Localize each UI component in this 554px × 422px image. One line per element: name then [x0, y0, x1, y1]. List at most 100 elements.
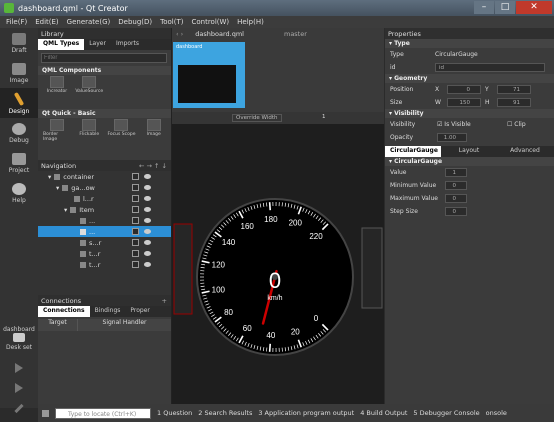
column-signal-handler[interactable]: Signal Handler — [78, 319, 171, 331]
width-input[interactable]: 150 — [447, 98, 481, 107]
menu-debug[interactable]: Debug(D) — [118, 18, 152, 26]
build-button[interactable] — [0, 398, 38, 418]
qml-components-section[interactable]: QML Components — [38, 66, 171, 75]
tree-row[interactable]: ... — [38, 215, 171, 226]
checkbox[interactable] — [132, 206, 139, 213]
checkbox[interactable] — [132, 217, 139, 224]
debug-run-button[interactable] — [0, 378, 38, 398]
eye-icon[interactable] — [144, 262, 151, 267]
tree-row[interactable]: t...r — [38, 248, 171, 259]
id-input[interactable]: id — [435, 63, 545, 72]
eye-icon[interactable] — [144, 240, 151, 245]
checkbox[interactable] — [132, 228, 139, 235]
clip-checkbox[interactable]: ☐ Clip — [507, 121, 526, 128]
mode-design[interactable]: Design — [0, 88, 38, 118]
tree-row[interactable]: t...r — [38, 259, 171, 270]
mode-image[interactable]: Image — [0, 58, 38, 88]
pane-debugger-console[interactable]: 5 Debugger Console — [413, 409, 479, 417]
id-row: id id — [385, 61, 554, 74]
checkbox[interactable] — [132, 239, 139, 246]
menu-control[interactable]: Control(W) — [191, 18, 229, 26]
run-button[interactable] — [0, 358, 38, 378]
checkbox[interactable] — [132, 173, 139, 180]
eye-icon[interactable] — [144, 185, 151, 190]
library-item-image[interactable]: Image — [140, 119, 168, 149]
close-button[interactable]: ✕ — [516, 1, 552, 14]
min-value-input[interactable]: 0 — [445, 181, 467, 190]
eye-icon[interactable] — [144, 174, 151, 179]
pane-question[interactable]: 1 Question — [157, 409, 192, 417]
tab-connections[interactable]: Connections — [38, 306, 90, 317]
toggle-sidebar-icon[interactable] — [42, 409, 49, 417]
nav-arrows-icon[interactable]: ← → ↑ ↓ — [139, 162, 167, 170]
pane-console[interactable]: onsole — [486, 409, 507, 417]
eye-icon[interactable] — [144, 207, 151, 212]
tab-bindings[interactable]: Bindings — [90, 306, 126, 317]
menu-edit[interactable]: Edit(E) — [35, 18, 58, 26]
circulargauge-section[interactable]: ▾ CircularGauge — [385, 157, 554, 166]
back-arrow-icon[interactable]: ‹ › — [176, 30, 183, 38]
opacity-input[interactable]: 1.00 — [437, 133, 467, 142]
minimize-button[interactable]: – — [474, 1, 494, 14]
geometry-section[interactable]: ▾ Geometry — [385, 74, 554, 83]
tree-row[interactable]: ▾ Item — [38, 204, 171, 215]
height-input[interactable]: 91 — [497, 98, 531, 107]
pane-search-results[interactable]: 2 Search Results — [198, 409, 252, 417]
library-item-increator[interactable]: Increator — [43, 76, 71, 106]
library-item-border-image[interactable]: Border Image — [43, 119, 71, 149]
pane-app-output[interactable]: 3 Application program output — [258, 409, 354, 417]
mode-draft[interactable]: Draft — [0, 28, 38, 58]
y-input[interactable]: 71 — [497, 85, 531, 94]
eye-icon[interactable] — [144, 196, 151, 201]
library-item-valuesource[interactable]: ValueSource — [75, 76, 103, 106]
kit-selector[interactable]: dashboard Desk set — [0, 318, 38, 358]
step-size-input[interactable]: 0 — [445, 207, 467, 216]
file-tab[interactable]: dashboard.qml — [195, 30, 244, 38]
eye-icon[interactable] — [144, 229, 151, 234]
add-connection-icon[interactable]: + — [162, 297, 167, 305]
mode-debug[interactable]: Debug — [0, 118, 38, 148]
override-width-field[interactable]: Override Width — [232, 114, 282, 122]
x-input[interactable]: 0 — [447, 85, 481, 94]
qt-quick-basic-section[interactable]: Qt Quick - Basic — [38, 109, 171, 118]
tree-row[interactable]: ▾ container — [38, 171, 171, 182]
tab-advanced[interactable]: Advanced — [497, 146, 553, 157]
branch-selector[interactable]: master — [284, 30, 307, 38]
library-item-flickable[interactable]: Flickable — [75, 119, 103, 149]
is-visible-checkbox[interactable]: ☑ Is Visible — [437, 121, 471, 128]
tree-row[interactable]: l...r — [38, 193, 171, 204]
menu-generate[interactable]: Generate(G) — [67, 18, 111, 26]
menu-file[interactable]: File(F) — [6, 18, 27, 26]
tree-row-selected[interactable]: ... — [38, 226, 171, 237]
checkbox[interactable] — [132, 195, 139, 202]
design-canvas[interactable]: 0 20 40 60 80 100 120 140 160 180 200 220 0 km/h — [172, 124, 384, 404]
filter-input[interactable] — [41, 53, 167, 63]
tab-properties[interactable]: Proper — [125, 306, 155, 317]
tree-row[interactable]: s...r — [38, 237, 171, 248]
pane-build-output[interactable]: 4 Build Output — [360, 409, 407, 417]
mode-project[interactable]: Project — [0, 148, 38, 178]
menu-help[interactable]: Help(H) — [237, 18, 264, 26]
locate-input[interactable]: Type to locate (Ctrl+K) — [55, 407, 151, 419]
max-value-input[interactable]: 0 — [445, 194, 467, 203]
library-item-focus-scope[interactable]: Focus Scope — [107, 119, 135, 149]
checkbox[interactable] — [132, 250, 139, 257]
eye-icon[interactable] — [144, 251, 151, 256]
maximize-button[interactable]: □ — [495, 1, 515, 14]
type-section[interactable]: ▾ Type — [385, 39, 554, 48]
checkbox[interactable] — [132, 261, 139, 268]
tab-qml-types[interactable]: QML Types — [38, 39, 85, 50]
zoom-selector[interactable]: 1 — [322, 114, 326, 120]
tab-circulargauge[interactable]: CircularGauge — [385, 146, 441, 157]
tab-layer[interactable]: Layer — [84, 39, 111, 50]
tree-row[interactable]: ▾ ga...ow — [38, 182, 171, 193]
eye-icon[interactable] — [144, 218, 151, 223]
visibility-section[interactable]: ▾ Visibility — [385, 109, 554, 118]
tab-layout[interactable]: Layout — [441, 146, 497, 157]
mode-help[interactable]: Help — [0, 178, 38, 208]
value-input[interactable]: 1 — [445, 168, 467, 177]
tab-imports[interactable]: Imports — [111, 39, 144, 50]
column-target[interactable]: Target — [38, 319, 78, 331]
menu-tool[interactable]: Tool(T) — [160, 18, 183, 26]
checkbox[interactable] — [132, 184, 139, 191]
